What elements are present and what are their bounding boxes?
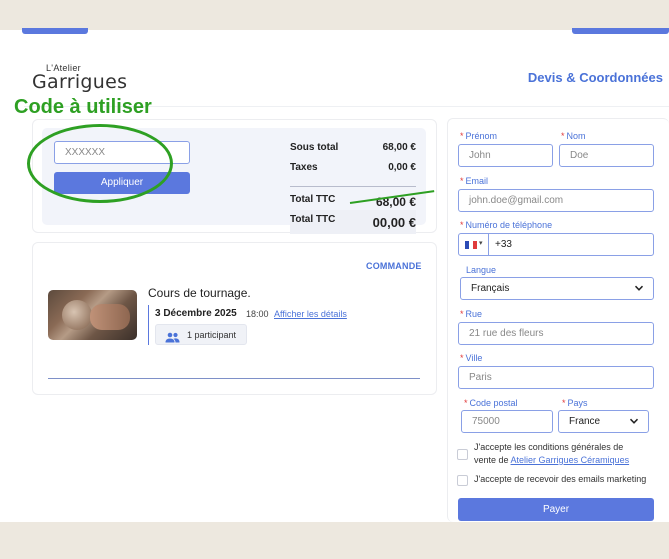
terms-checkbox[interactable] xyxy=(457,449,468,460)
people-icon xyxy=(165,330,180,348)
postal-code-field[interactable]: 75000 xyxy=(461,410,553,433)
chevron-down-icon xyxy=(634,283,644,296)
participants-count: 1 participant xyxy=(187,330,237,340)
phone-field[interactable]: ▾ +33 xyxy=(458,233,654,256)
participants-badge: 1 participant xyxy=(155,324,247,345)
email-label: * Email xyxy=(460,176,489,186)
marketing-checkbox[interactable] xyxy=(457,475,468,486)
country-flag-dropdown[interactable]: ▾ xyxy=(459,234,489,255)
page-title: Devis & Coordonnées xyxy=(527,70,663,85)
language-label: Langue xyxy=(466,265,497,275)
subtotal-value: 68,00 € xyxy=(382,142,416,153)
taxes-label: Taxes xyxy=(290,162,318,173)
product-name: Cours de tournage. xyxy=(148,286,251,300)
postal-code-label: * Code postal xyxy=(464,398,518,408)
terms-text: J'accepte les conditions générales de ve… xyxy=(474,442,630,465)
taxes-value: 0,00 € xyxy=(388,162,416,173)
total-old-label: Total TTC xyxy=(290,194,336,205)
chevron-down-icon xyxy=(629,416,639,429)
subtotal-label: Sous total xyxy=(290,142,339,153)
email-field[interactable]: john.doe@gmail.com xyxy=(458,189,654,212)
last-name-field[interactable]: Doe xyxy=(559,144,654,167)
order-divider xyxy=(48,378,420,379)
totals-divider xyxy=(290,186,416,187)
chevron-down-icon: ▾ xyxy=(479,240,483,247)
product-image xyxy=(48,290,137,340)
event-time: 18:00 xyxy=(246,309,269,319)
country-label: * Pays xyxy=(562,398,588,408)
marketing-text: J'accepte de recevoir des emails marketi… xyxy=(474,474,647,484)
city-label: * Ville xyxy=(460,353,483,363)
last-name-label: * Nom xyxy=(561,131,586,141)
order-kicker: COMMANDE xyxy=(366,261,422,271)
logo[interactable]: Garrigues xyxy=(32,71,127,93)
first-name-field[interactable]: John xyxy=(458,144,553,167)
total-new-value: 00,00 € xyxy=(372,215,416,230)
event-accent-bar xyxy=(148,305,149,345)
annotation-label: Code à utiliser xyxy=(14,96,152,118)
annotation-ellipse xyxy=(27,124,173,203)
first-name-label: * Prénom xyxy=(460,131,498,141)
total-new-label: Total TTC xyxy=(290,214,336,225)
top-tab-right[interactable] xyxy=(572,28,669,34)
country-select[interactable]: France xyxy=(558,410,649,433)
subtotal-row: Sous total 68,00 € xyxy=(290,142,416,153)
france-flag-icon xyxy=(465,241,477,249)
terms-link[interactable]: Atelier Garrigues Céramiques xyxy=(511,455,630,465)
total-new-row: Total TTC 00,00 € xyxy=(290,214,416,230)
pay-button[interactable]: Payer xyxy=(458,498,654,521)
phone-prefix: +33 xyxy=(495,239,512,250)
language-select[interactable]: Français xyxy=(460,277,654,300)
phone-label: * Numéro de téléphone xyxy=(460,220,553,230)
details-link[interactable]: Afficher les détails xyxy=(274,309,347,319)
taxes-row: Taxes 0,00 € xyxy=(290,162,416,173)
city-field[interactable]: Paris xyxy=(458,366,654,389)
street-field[interactable]: 21 rue des fleurs xyxy=(458,322,654,345)
top-tab-left[interactable] xyxy=(22,28,88,34)
street-label: * Rue xyxy=(460,309,483,319)
event-date: 3 Décembre 2025 xyxy=(155,308,237,319)
